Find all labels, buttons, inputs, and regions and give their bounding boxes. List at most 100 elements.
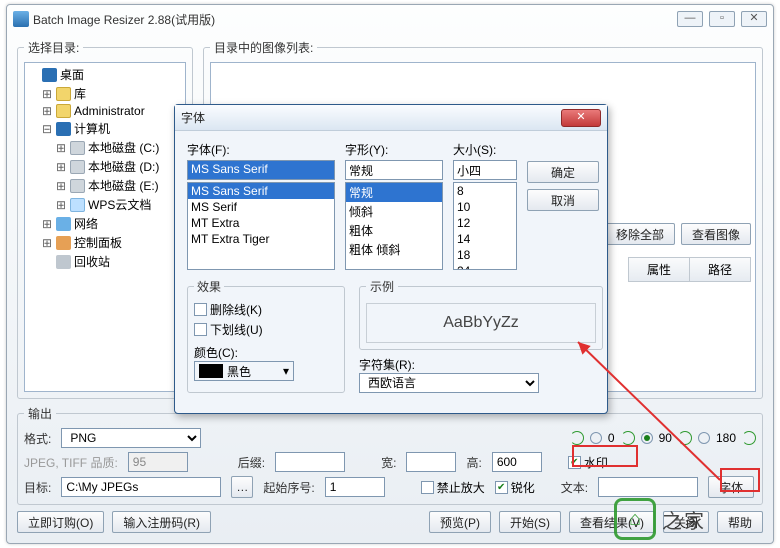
sample-preview: AaBbYyZz bbox=[366, 303, 596, 343]
style-list[interactable]: 常规 倾斜 粗体 粗体 倾斜 bbox=[345, 182, 443, 270]
watermark-checkbox[interactable]: 水印 bbox=[568, 454, 608, 471]
color-swatch bbox=[199, 364, 223, 378]
underline-checkbox[interactable]: 下划线(U) bbox=[194, 321, 338, 338]
table-header: 属性 路径 bbox=[628, 257, 751, 282]
list-item[interactable]: 粗体 bbox=[346, 221, 442, 240]
start-button[interactable]: 开始(S) bbox=[499, 511, 561, 533]
list-item[interactable]: MT Extra Tiger bbox=[188, 231, 334, 247]
tree-disk-c[interactable]: 本地磁盘 (C:) bbox=[88, 139, 159, 156]
size-input[interactable]: 小四 bbox=[453, 160, 517, 180]
rotate-cw-icon bbox=[621, 431, 635, 445]
list-item[interactable]: 10 bbox=[454, 199, 516, 215]
noscale-checkbox[interactable]: 禁止放大 bbox=[421, 479, 485, 496]
rot-0-radio[interactable] bbox=[590, 432, 602, 444]
app-icon bbox=[13, 11, 29, 27]
remove-all-button[interactable]: 移除全部 bbox=[605, 223, 675, 245]
list-item[interactable]: 粗体 倾斜 bbox=[346, 240, 442, 259]
view-image-button[interactable]: 查看图像 bbox=[681, 223, 751, 245]
charset-select[interactable]: 西欧语言 bbox=[359, 373, 539, 393]
suffix-input[interactable] bbox=[275, 452, 345, 472]
tree-disk-e[interactable]: 本地磁盘 (E:) bbox=[88, 177, 159, 194]
list-item[interactable]: 倾斜 bbox=[346, 202, 442, 221]
folder-icon bbox=[56, 87, 71, 101]
col-path[interactable]: 路径 bbox=[690, 258, 750, 281]
tree-network[interactable]: 网络 bbox=[74, 215, 98, 232]
dialog-title: 字体 bbox=[181, 109, 561, 126]
rot-180-radio[interactable] bbox=[698, 432, 710, 444]
drive-icon bbox=[70, 141, 85, 155]
tree-wps[interactable]: WPS云文档 bbox=[88, 196, 151, 213]
list-item[interactable]: 常规 bbox=[346, 183, 442, 202]
effects-legend: 效果 bbox=[194, 278, 224, 295]
font-name-input[interactable]: MS Sans Serif bbox=[187, 160, 335, 180]
maximize-button[interactable]: ▫ bbox=[709, 11, 735, 27]
text-label: 文本: bbox=[561, 479, 588, 496]
tree-computer[interactable]: 计算机 bbox=[74, 120, 110, 137]
dialog-titlebar: 字体 ✕ bbox=[175, 105, 607, 131]
tree-bin[interactable]: 回收站 bbox=[74, 253, 110, 270]
register-button[interactable]: 输入注册码(R) bbox=[112, 511, 211, 533]
height-label: 高: bbox=[466, 454, 481, 471]
list-item[interactable]: MS Serif bbox=[188, 199, 334, 215]
startnum-input[interactable] bbox=[325, 477, 385, 497]
tree-lib[interactable]: 库 bbox=[74, 85, 86, 102]
tree-ctrl[interactable]: 控制面板 bbox=[74, 234, 122, 251]
tree-disk-d[interactable]: 本地磁盘 (D:) bbox=[88, 158, 159, 175]
order-button[interactable]: 立即订购(O) bbox=[17, 511, 104, 533]
format-label: 格式: bbox=[24, 430, 51, 447]
col-attr[interactable]: 属性 bbox=[629, 258, 690, 281]
titlebar: Batch Image Resizer 2.88(试用版) — ▫ ✕ bbox=[7, 5, 773, 33]
sharpen-checkbox[interactable]: 锐化 bbox=[495, 479, 535, 496]
browse-button[interactable]: … bbox=[231, 476, 253, 498]
computer-icon bbox=[56, 122, 71, 136]
startnum-label: 起始序号: bbox=[263, 479, 314, 496]
font-button[interactable]: 字体 bbox=[708, 476, 754, 498]
color-select[interactable]: 黑色 ▾ bbox=[194, 361, 294, 381]
checkbox-icon bbox=[194, 303, 207, 316]
directory-legend: 选择目录: bbox=[24, 39, 83, 56]
list-item[interactable]: 8 bbox=[454, 183, 516, 199]
output-panel: 输出 格式: PNG 0 90 180 JPEG, TIFF 品质: bbox=[17, 405, 763, 505]
quality-label: JPEG, TIFF 品质: bbox=[24, 454, 118, 471]
width-label: 宽: bbox=[381, 454, 396, 471]
list-item[interactable]: MS Sans Serif bbox=[188, 183, 334, 199]
checkbox-icon bbox=[194, 323, 207, 336]
directory-tree[interactable]: 桌面 ⊞库 ⊞Administrator ⊟计算机 ⊞本地磁盘 (C:) ⊞本地… bbox=[24, 62, 186, 392]
format-select[interactable]: PNG bbox=[61, 428, 201, 448]
network-icon bbox=[56, 217, 71, 231]
tree-desktop[interactable]: 桌面 bbox=[60, 66, 84, 83]
close-button[interactable]: ✕ bbox=[741, 11, 767, 27]
size-list[interactable]: 8 10 12 14 18 24 bbox=[453, 182, 517, 270]
tree-admin[interactable]: Administrator bbox=[74, 104, 145, 118]
style-input[interactable]: 常规 bbox=[345, 160, 443, 180]
size-field-label: 大小(S): bbox=[453, 141, 517, 158]
height-input[interactable] bbox=[492, 452, 542, 472]
list-item[interactable]: 24 bbox=[454, 263, 516, 270]
cloud-icon bbox=[70, 198, 85, 212]
list-item[interactable]: MT Extra bbox=[188, 215, 334, 231]
list-item[interactable]: 18 bbox=[454, 247, 516, 263]
preview-button[interactable]: 预览(P) bbox=[429, 511, 491, 533]
width-input[interactable] bbox=[406, 452, 456, 472]
target-input[interactable] bbox=[61, 477, 221, 497]
font-list[interactable]: MS Sans Serif MS Serif MT Extra MT Extra… bbox=[187, 182, 335, 270]
rot-90-radio[interactable] bbox=[641, 432, 653, 444]
checkbox-icon bbox=[421, 481, 434, 494]
suffix-label: 后缀: bbox=[238, 454, 265, 471]
quality-input bbox=[128, 452, 188, 472]
list-item[interactable]: 14 bbox=[454, 231, 516, 247]
strike-checkbox[interactable]: 删除线(K) bbox=[194, 301, 338, 318]
rotate-cw-icon bbox=[678, 431, 692, 445]
rotate-cw-icon bbox=[742, 431, 756, 445]
cancel-button[interactable]: 取消 bbox=[527, 189, 599, 211]
watermark-text-input[interactable] bbox=[598, 477, 698, 497]
dialog-close-button[interactable]: ✕ bbox=[561, 109, 601, 127]
folder-icon bbox=[56, 104, 71, 118]
image-list-legend: 目录中的图像列表: bbox=[210, 39, 317, 56]
minimize-button[interactable]: — bbox=[677, 11, 703, 27]
directory-panel: 选择目录: 桌面 ⊞库 ⊞Administrator ⊟计算机 ⊞本地磁盘 (C… bbox=[17, 39, 193, 399]
drive-icon bbox=[70, 160, 85, 174]
target-label: 目标: bbox=[24, 479, 51, 496]
ok-button[interactable]: 确定 bbox=[527, 161, 599, 183]
list-item[interactable]: 12 bbox=[454, 215, 516, 231]
